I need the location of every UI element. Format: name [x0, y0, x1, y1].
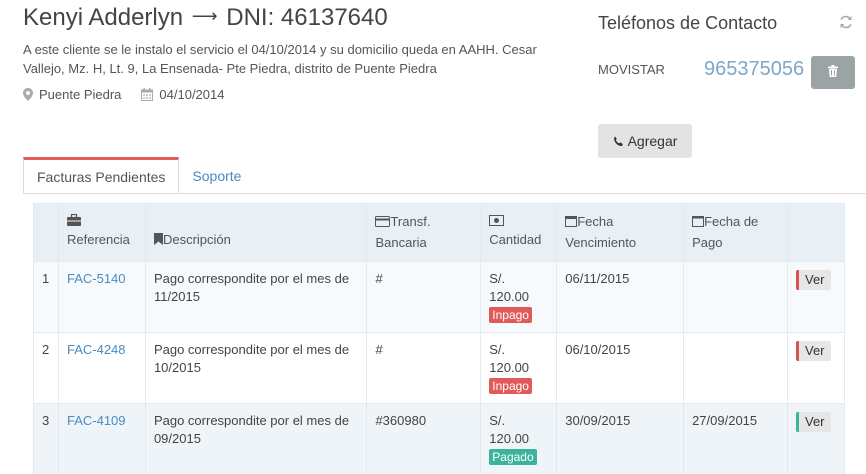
client-date: 04/10/2014: [159, 87, 225, 102]
contacts-title: Teléfonos de Contacto: [598, 13, 778, 33]
add-phone-label: Agregar: [627, 133, 678, 149]
invoice-description: Pago correspondite por el mes de 09/2015: [144, 403, 368, 474]
client-title: Kenyi Adderlyn ⟶ DNI: 46137640: [23, 4, 388, 32]
phone-icon: [613, 136, 624, 147]
invoice-transfer: #: [366, 261, 482, 333]
view-button[interactable]: Ver: [795, 270, 831, 290]
row-index: 2: [33, 332, 59, 404]
col-referencia: Referencia: [57, 203, 146, 262]
invoices-table: Referencia Descripción Transf. Bancaria …: [33, 203, 846, 474]
status-badge: Pagado: [489, 449, 537, 465]
phone-operator: MOVISTAR: [598, 62, 665, 77]
status-badge: Inpago: [489, 378, 532, 394]
client-district: Puente Piedra: [39, 87, 122, 102]
map-marker-icon: [23, 88, 33, 101]
col-actions: [786, 203, 846, 262]
phone-number: 965375056: [704, 58, 805, 80]
invoice-ref-link[interactable]: FAC-5140: [67, 271, 126, 286]
invoice-amount: S/. 120.00: [489, 342, 530, 375]
col-fecha-pago: Fecha de Pago: [683, 203, 788, 262]
invoice-amount: S/. 120.00: [489, 271, 530, 304]
table-row: 2 FAC-4248 Pago correspondite por el mes…: [33, 332, 846, 404]
invoice-due-date: 06/11/2015: [556, 261, 685, 333]
client-dni: DNI: 46137640: [226, 4, 388, 31]
status-badge: Inpago: [489, 307, 532, 323]
invoice-description: Pago correspondite por el mes de 11/2015: [144, 261, 368, 333]
view-button[interactable]: Ver: [795, 341, 831, 361]
refresh-icon[interactable]: [839, 15, 853, 32]
calendar-icon: [565, 213, 578, 233]
invoice-paid-date: [683, 261, 788, 333]
col-vencimiento: Fecha Vencimiento: [556, 203, 685, 262]
calendar-empty-icon: [692, 213, 705, 233]
client-meta: Puente Piedra 04/10/2014: [23, 87, 244, 102]
tab-divider: [23, 193, 866, 194]
invoice-transfer: #: [366, 332, 482, 404]
invoice-transfer: #360980: [366, 403, 482, 474]
add-phone-button[interactable]: Agregar: [598, 124, 692, 158]
invoice-due-date: 30/09/2015: [556, 403, 685, 474]
invoice-amount-cell: S/. 120.00 Inpago: [480, 261, 558, 333]
tab-facturas-pendientes[interactable]: Facturas Pendientes: [23, 157, 180, 194]
invoice-amount-cell: S/. 120.00 Pagado: [480, 403, 558, 474]
bookmark-icon: [153, 231, 163, 251]
col-descripcion: Descripción: [144, 203, 368, 262]
col-index: [33, 203, 59, 262]
tab-soporte[interactable]: Soporte: [179, 157, 254, 194]
row-index: 3: [33, 403, 59, 474]
arrow-right-icon: ⟶: [191, 6, 218, 26]
client-description: A este cliente se le instalo el servicio…: [23, 42, 537, 76]
invoice-amount-cell: S/. 120.00 Inpago: [480, 332, 558, 404]
invoice-due-date: 06/10/2015: [556, 332, 685, 404]
table-row: 1 FAC-5140 Pago correspondite por el mes…: [33, 261, 846, 333]
money-icon: [489, 212, 548, 230]
client-name: Kenyi Adderlyn: [23, 4, 184, 31]
calendar-icon: [141, 88, 154, 101]
briefcase-icon: [66, 212, 137, 230]
header-cantidad: Cantidad: [489, 232, 542, 247]
header-descripcion: Descripción: [162, 232, 231, 247]
credit-card-icon: [375, 213, 391, 233]
tabs: Facturas Pendientes Soporte: [23, 157, 254, 194]
invoice-paid-date: 27/09/2015: [683, 403, 788, 474]
row-index: 1: [33, 261, 59, 333]
table-header-row: Referencia Descripción Transf. Bancaria …: [33, 203, 846, 262]
header-referencia: Referencia: [66, 232, 130, 247]
table-row: 3 FAC-4109 Pago correspondite por el mes…: [33, 403, 846, 474]
col-transferencia: Transf. Bancaria: [366, 203, 482, 262]
delete-phone-button[interactable]: [811, 56, 855, 89]
col-cantidad: Cantidad: [480, 203, 558, 262]
view-button[interactable]: Ver: [795, 412, 831, 432]
invoice-ref-link[interactable]: FAC-4248: [67, 342, 126, 357]
invoice-paid-date: [683, 332, 788, 404]
trash-icon: [828, 65, 838, 80]
invoice-ref-link[interactable]: FAC-4109: [67, 413, 126, 428]
invoice-amount: S/. 120.00: [489, 413, 530, 446]
invoice-description: Pago correspondite por el mes de 10/2015: [144, 332, 368, 404]
